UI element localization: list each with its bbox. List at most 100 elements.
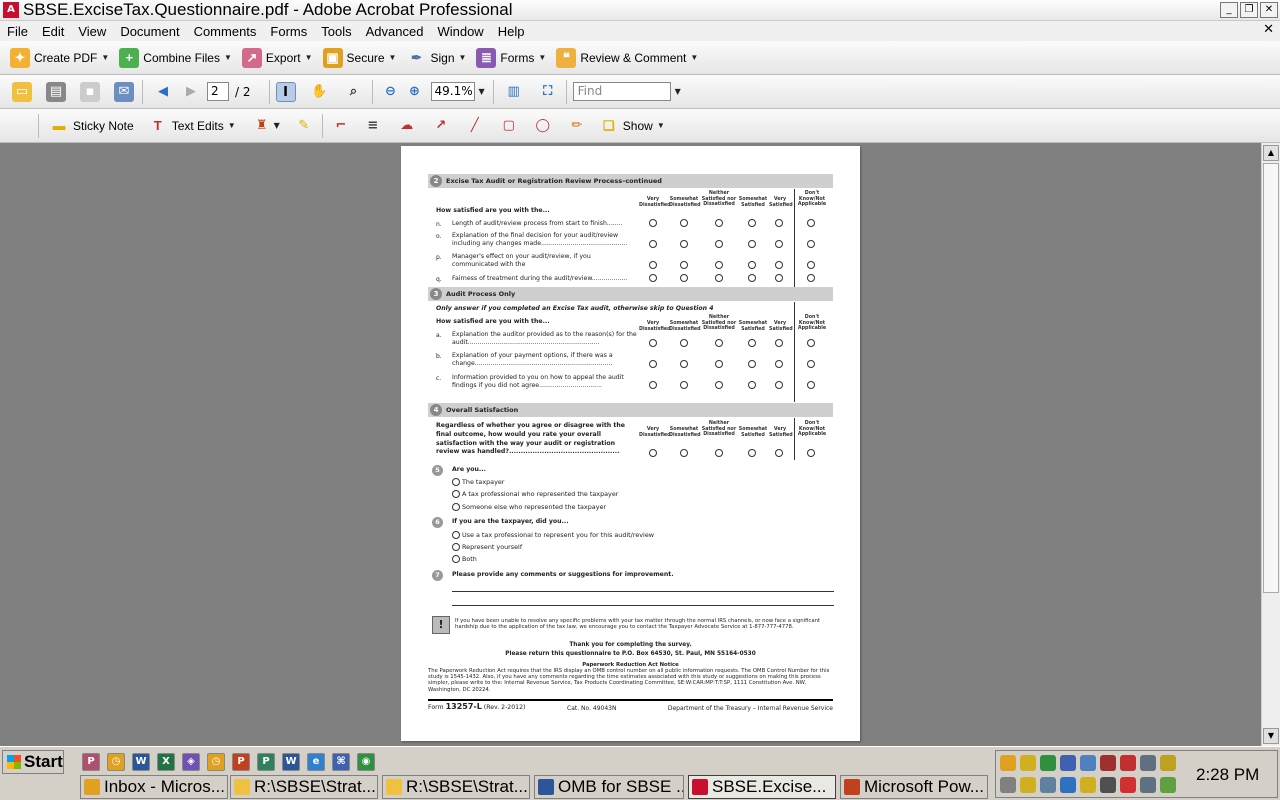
- rating-radio[interactable]: [649, 240, 657, 248]
- document-close-icon[interactable]: ✕: [1263, 22, 1274, 37]
- tray-icon[interactable]: [1100, 777, 1116, 793]
- tray-icon[interactable]: [1140, 755, 1156, 771]
- q5-option[interactable]: The taxpayer: [452, 478, 504, 486]
- menu-view[interactable]: View: [71, 24, 113, 39]
- rating-radio[interactable]: [748, 240, 756, 248]
- menu-help[interactable]: Help: [491, 24, 532, 39]
- quicklaunch-icon[interactable]: ⌘: [332, 753, 350, 771]
- minimize-button[interactable]: _: [1220, 2, 1238, 18]
- rating-radio[interactable]: [715, 240, 723, 248]
- open-folder-icon[interactable]: ▭: [12, 81, 32, 102]
- tray-icon[interactable]: [1060, 755, 1076, 771]
- rating-radio[interactable]: [715, 381, 723, 389]
- tray-icon[interactable]: [1120, 755, 1136, 771]
- rating-radio[interactable]: [748, 339, 756, 347]
- rating-radio[interactable]: [715, 261, 723, 269]
- rating-radio[interactable]: [775, 360, 783, 368]
- rating-radio[interactable]: [748, 261, 756, 269]
- zoom-dropdown-icon[interactable]: ▼: [479, 87, 485, 96]
- arrow-icon[interactable]: ↗: [431, 116, 451, 136]
- tray-icon[interactable]: [1140, 777, 1156, 793]
- rating-radio[interactable]: [680, 449, 688, 457]
- previous-page-icon[interactable]: ◀: [153, 82, 173, 102]
- rating-radio[interactable]: [748, 360, 756, 368]
- task-acrobat[interactable]: SBSE.Excise...: [688, 775, 836, 799]
- document-pane[interactable]: 2 Excise Tax Audit or Registration Review…: [0, 143, 1261, 746]
- rating-radio[interactable]: [715, 339, 723, 347]
- task-folder[interactable]: R:\SBSE\Strat...: [230, 775, 378, 799]
- rating-radio[interactable]: [775, 274, 783, 282]
- quicklaunch-clock-icon[interactable]: ◷: [107, 753, 125, 771]
- excel-icon[interactable]: X: [157, 753, 175, 771]
- callout-icon[interactable]: ⌐: [331, 116, 351, 136]
- globe-icon[interactable]: ◉: [357, 753, 375, 771]
- print-icon[interactable]: ▤: [46, 81, 66, 102]
- tray-icon[interactable]: [1100, 755, 1116, 771]
- rating-radio[interactable]: [649, 360, 657, 368]
- rating-radio[interactable]: [775, 261, 783, 269]
- review-comment-button[interactable]: ❝ Review & Comment ▼: [556, 47, 698, 68]
- stamp-icon[interactable]: ♜: [252, 116, 272, 136]
- menu-file[interactable]: File: [0, 24, 35, 39]
- quicklaunch-icon[interactable]: ◈: [182, 753, 200, 771]
- task-outlook[interactable]: Inbox - Micros...: [80, 775, 228, 799]
- show-button[interactable]: ❏ Show ▼: [599, 116, 665, 136]
- rectangle-icon[interactable]: ▢: [499, 116, 519, 136]
- rating-radio[interactable]: [715, 360, 723, 368]
- menu-tools[interactable]: Tools: [314, 24, 358, 39]
- publisher-icon[interactable]: P: [257, 753, 275, 771]
- rating-radio[interactable]: [775, 339, 783, 347]
- comment-line[interactable]: [452, 605, 834, 606]
- restore-button[interactable]: ❐: [1240, 2, 1258, 18]
- highlight-text-icon[interactable]: ✎: [294, 116, 314, 136]
- task-word[interactable]: OMB for SBSE ...: [534, 775, 684, 799]
- scroll-down-icon[interactable]: ▼: [1263, 728, 1279, 744]
- powerpoint-icon[interactable]: P: [232, 753, 250, 771]
- create-pdf-button[interactable]: ✦ Create PDF ▼: [10, 47, 109, 68]
- menu-document[interactable]: Document: [113, 24, 186, 39]
- forms-button[interactable]: ≣ Forms ▼: [476, 47, 546, 68]
- rating-radio[interactable]: [649, 274, 657, 282]
- q5-option[interactable]: A tax professional who represented the t…: [452, 490, 618, 498]
- select-tool-icon[interactable]: I: [275, 81, 296, 102]
- rating-radio[interactable]: [649, 381, 657, 389]
- rating-radio[interactable]: [775, 240, 783, 248]
- tray-icon[interactable]: [1160, 777, 1176, 793]
- secure-button[interactable]: ▣ Secure ▼: [322, 47, 396, 68]
- rating-radio[interactable]: [807, 449, 815, 457]
- comment-line[interactable]: [452, 591, 834, 592]
- tray-icon[interactable]: [1000, 777, 1016, 793]
- zoom-in-icon[interactable]: ⊕: [405, 82, 425, 102]
- menu-advanced[interactable]: Advanced: [359, 24, 431, 39]
- rating-radio[interactable]: [715, 274, 723, 282]
- rating-radio[interactable]: [715, 449, 723, 457]
- fit-width-icon[interactable]: ▥: [504, 82, 524, 102]
- rating-radio[interactable]: [748, 449, 756, 457]
- page-number-input[interactable]: 2: [207, 82, 229, 101]
- save-icon[interactable]: ▪: [80, 81, 100, 102]
- rating-radio[interactable]: [649, 219, 657, 227]
- rating-radio[interactable]: [715, 219, 723, 227]
- rating-radio[interactable]: [649, 261, 657, 269]
- zoom-out-icon[interactable]: ⊖: [381, 82, 401, 102]
- rating-radio[interactable]: [680, 274, 688, 282]
- vertical-scrollbar[interactable]: ▲ ▼: [1261, 143, 1280, 746]
- tray-icon[interactable]: [1020, 755, 1036, 771]
- rating-radio[interactable]: [748, 381, 756, 389]
- rating-radio[interactable]: [807, 261, 815, 269]
- tray-icon[interactable]: [1040, 755, 1056, 771]
- zoom-level-input[interactable]: 49.1%: [430, 82, 475, 101]
- rating-radio[interactable]: [807, 360, 815, 368]
- rating-radio[interactable]: [649, 339, 657, 347]
- next-page-icon[interactable]: ▶: [181, 82, 201, 102]
- q5-option[interactable]: Someone else who represented the taxpaye…: [452, 503, 606, 511]
- hand-tool-icon[interactable]: ✋: [310, 82, 330, 102]
- tray-icon[interactable]: [1040, 777, 1056, 793]
- rating-radio[interactable]: [680, 339, 688, 347]
- quicklaunch-clock-icon[interactable]: ◷: [207, 753, 225, 771]
- pencil-icon[interactable]: ✏: [567, 116, 587, 136]
- cloud-icon[interactable]: ☁: [397, 116, 417, 136]
- task-folder[interactable]: R:\SBSE\Strat...: [382, 775, 530, 799]
- email-icon[interactable]: ✉: [114, 81, 134, 102]
- q6-option[interactable]: Use a tax professional to represent you …: [452, 531, 654, 539]
